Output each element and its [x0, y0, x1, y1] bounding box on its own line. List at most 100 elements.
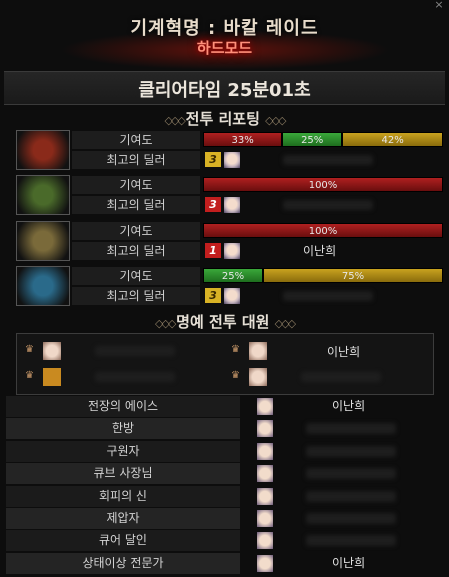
contribution-segment: 25%: [203, 268, 263, 283]
dealer-name: 이난희: [303, 244, 337, 258]
top-dealer-label: 최고의 딜러: [72, 151, 200, 169]
award-label: 상태이상 전문가: [6, 552, 240, 574]
honor-member: ♛: [231, 367, 431, 389]
hidden-name: [283, 155, 373, 165]
tier-badge: 3: [205, 288, 221, 303]
character-portrait: [257, 398, 273, 415]
close-icon[interactable]: ×: [433, 0, 445, 10]
member-name: 이난희: [327, 345, 361, 359]
top-dealer-label: 최고의 딜러: [72, 242, 200, 260]
character-portrait: [257, 510, 273, 527]
award-winner-name: 이난희: [332, 399, 366, 413]
honor-title: 명예 전투 대원: [176, 313, 270, 331]
crown-icon: ♛: [231, 344, 240, 355]
character-portrait: [257, 420, 273, 438]
award-label: 한방: [6, 418, 240, 440]
boss-report-row: 기여도 100% 최고의 딜러 3: [16, 175, 443, 217]
top-dealer-label: 최고의 딜러: [72, 287, 200, 305]
top-dealer: 3: [203, 152, 443, 168]
boss-report-row: 기여도 33% 25% 42% 최고의 딜러 3: [16, 130, 443, 172]
contribution-row: 기여도 25% 75%: [72, 267, 443, 285]
hidden-name: [95, 372, 175, 382]
contribution-label: 기여도: [72, 222, 200, 240]
top-dealer: 3: [203, 288, 443, 304]
ornament-icon: ◇◇◇: [164, 114, 186, 127]
hidden-name: [283, 200, 373, 210]
character-portrait: [43, 368, 61, 386]
top-dealer-row: 최고의 딜러 1 이난희: [72, 242, 430, 260]
hidden-name: [306, 468, 396, 480]
top-dealer: 1 이난희: [203, 243, 443, 259]
ornament-icon: ◇◇◇: [265, 114, 286, 127]
character-portrait: [257, 487, 273, 505]
blue-dragon-icon: [16, 266, 70, 306]
character-portrait: [224, 152, 240, 168]
boss-report-row: 기여도 100% 최고의 딜러 1 이난희: [16, 221, 443, 263]
character-portrait: [224, 197, 240, 213]
hidden-name: [306, 423, 396, 435]
hidden-name: [306, 513, 396, 524]
battle-report-title: 전투 리포팅: [185, 110, 260, 128]
ornament-icon: ◇◇◇: [154, 317, 177, 330]
contribution-segment: 25%: [282, 132, 343, 147]
contribution-segment: 100%: [203, 177, 443, 192]
award-row: 전장의 에이스 이난희: [6, 396, 443, 417]
contribution-row: 기여도 100%: [72, 176, 443, 194]
award-row: 상태이상 전문가 이난희: [6, 552, 443, 574]
hidden-name: [306, 445, 396, 457]
hidden-name: [306, 490, 396, 502]
award-row: 큐어 달인: [6, 530, 443, 552]
character-portrait: [224, 288, 240, 304]
character-portrait: [257, 442, 273, 460]
boss-report-row: 기여도 25% 75% 최고의 딜러 3: [16, 266, 443, 308]
award-label: 회피의 신: [6, 485, 240, 507]
award-label: 구원자: [6, 440, 240, 462]
crown-icon: ♛: [25, 344, 34, 355]
character-portrait: [43, 342, 61, 360]
character-portrait: [257, 554, 273, 572]
contribution-bar: 100%: [203, 177, 443, 192]
contribution-segment: 75%: [263, 268, 443, 283]
honor-member: ♛: [25, 367, 225, 389]
character-portrait: [249, 368, 267, 386]
contribution-label: 기여도: [72, 267, 200, 285]
crown-icon: ♛: [231, 370, 240, 381]
top-dealer-row: 최고의 딜러 3: [72, 196, 430, 214]
top-dealer-row: 최고의 딜러 3: [72, 151, 430, 169]
difficulty-label: 하드모드: [196, 39, 253, 57]
top-dealer-label: 최고의 딜러: [72, 196, 200, 214]
contribution-bar: 33% 25% 42%: [203, 132, 443, 147]
contribution-label: 기여도: [72, 176, 200, 194]
hidden-name: [95, 346, 175, 356]
top-dealer-row: 최고의 딜러 3: [72, 287, 430, 305]
clear-time: 클리어타임 25분01초: [138, 80, 311, 101]
contribution-bar: 25% 75%: [203, 268, 443, 283]
battle-report-heading: ◇◇◇ 전투 리포팅 ◇◇◇: [0, 108, 449, 128]
character-portrait: [257, 465, 273, 483]
honor-member: ♛ 이난희: [231, 341, 431, 363]
gold-dragon-icon: [16, 221, 70, 261]
award-row: 큐브 사장님: [6, 463, 443, 485]
award-label: 전장의 에이스: [6, 396, 240, 417]
tier-badge: 3: [205, 197, 221, 212]
contribution-bar: 100%: [203, 223, 443, 238]
award-row: 회피의 신: [6, 485, 443, 507]
character-portrait: [224, 243, 240, 259]
contribution-segment: 100%: [203, 223, 443, 238]
crown-icon: ♛: [25, 370, 34, 381]
contribution-row: 기여도 33% 25% 42%: [72, 131, 443, 149]
hidden-name: [306, 535, 396, 547]
award-label: 제압자: [6, 508, 240, 529]
top-dealer: 3: [203, 197, 443, 213]
hidden-name: [283, 291, 373, 301]
raid-result-panel: × 기계혁명 : 바칼 레이드 하드모드 클리어타임 25분01초 ◇◇◇ 전투…: [0, 0, 449, 577]
hidden-name: [301, 372, 381, 382]
tier-badge: 3: [205, 152, 221, 167]
red-dragon-icon: [16, 130, 70, 170]
green-dragon-icon: [16, 175, 70, 215]
character-portrait: [257, 532, 273, 550]
contribution-row: 기여도 100%: [72, 222, 443, 240]
award-row: 제압자: [6, 508, 443, 529]
award-winner-name: 이난희: [332, 555, 366, 570]
contribution-label: 기여도: [72, 131, 200, 149]
